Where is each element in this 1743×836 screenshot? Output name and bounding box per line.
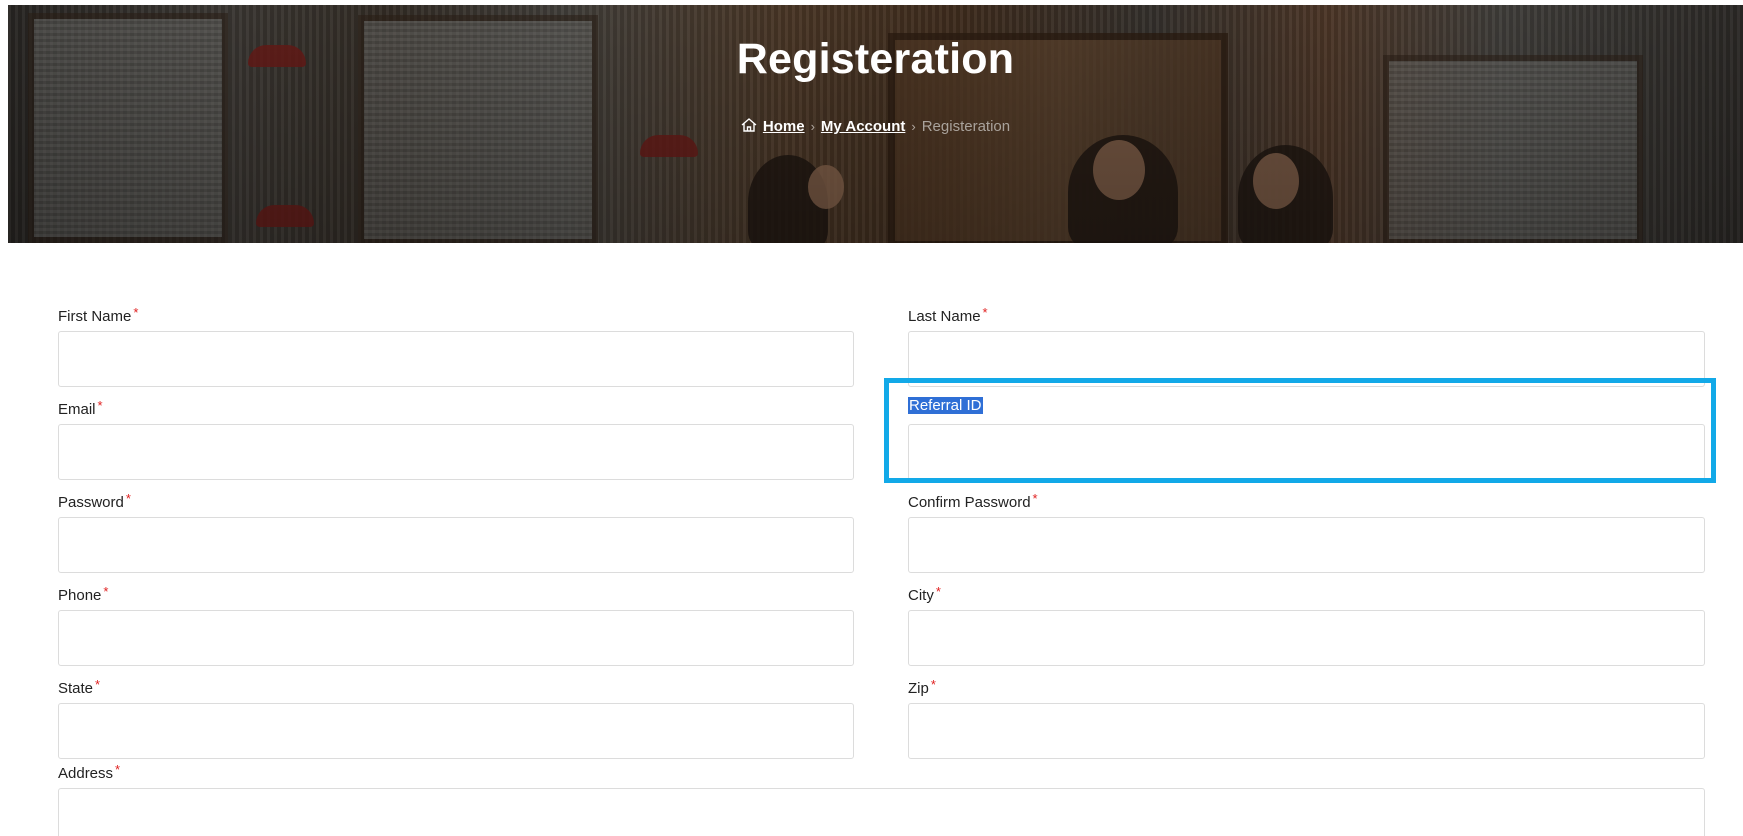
last-name-input[interactable] bbox=[908, 331, 1705, 387]
required-mark: * bbox=[930, 677, 936, 692]
page-title: Registeration bbox=[736, 35, 1015, 83]
breadcrumb-home-link[interactable]: Home bbox=[763, 118, 805, 135]
required-mark: * bbox=[133, 305, 139, 320]
email-input[interactable] bbox=[58, 424, 854, 480]
state-field: State * bbox=[58, 676, 854, 759]
last-name-label: Last Name * bbox=[908, 305, 988, 325]
breadcrumb-my-account-link[interactable]: My Account bbox=[821, 118, 905, 135]
required-mark: * bbox=[97, 398, 103, 413]
referral-id-input[interactable] bbox=[908, 424, 1705, 480]
breadcrumb: Home › My Account › Registeration bbox=[8, 118, 1743, 135]
phone-label: Phone * bbox=[58, 584, 109, 604]
address-input[interactable] bbox=[58, 788, 1705, 836]
email-field: Email * bbox=[58, 397, 854, 480]
zip-field: Zip * bbox=[908, 676, 1705, 759]
city-input[interactable] bbox=[908, 610, 1705, 666]
first-name-input[interactable] bbox=[58, 331, 854, 387]
first-name-label: First Name * bbox=[58, 305, 139, 325]
required-mark: * bbox=[95, 677, 101, 692]
referral-id-label-text: Referral ID bbox=[908, 397, 983, 414]
breadcrumb-current: Registeration bbox=[921, 118, 1011, 135]
first-name-field: First Name * bbox=[58, 304, 854, 387]
state-label: State * bbox=[58, 677, 101, 697]
last-name-field: Last Name * bbox=[908, 304, 1705, 387]
required-mark: * bbox=[115, 762, 121, 777]
password-input[interactable] bbox=[58, 517, 854, 573]
zip-input[interactable] bbox=[908, 703, 1705, 759]
city-label: City * bbox=[908, 584, 941, 604]
home-icon bbox=[741, 118, 757, 132]
required-mark: * bbox=[935, 584, 941, 599]
address-field: Address * bbox=[58, 761, 1705, 836]
required-mark: * bbox=[982, 305, 988, 320]
referral-id-field: Referral ID bbox=[908, 397, 1705, 480]
referral-id-label: Referral ID bbox=[908, 397, 1705, 417]
address-label: Address * bbox=[58, 762, 121, 782]
city-field: City * bbox=[908, 583, 1705, 666]
email-label: Email * bbox=[58, 398, 103, 418]
password-field: Password * bbox=[58, 490, 854, 573]
required-mark: * bbox=[1032, 491, 1038, 506]
confirm-password-field: Confirm Password * bbox=[908, 490, 1705, 573]
confirm-password-input[interactable] bbox=[908, 517, 1705, 573]
required-mark: * bbox=[125, 491, 131, 506]
breadcrumb-separator: › bbox=[810, 119, 815, 134]
state-input[interactable] bbox=[58, 703, 854, 759]
required-mark: * bbox=[103, 584, 109, 599]
confirm-password-label: Confirm Password * bbox=[908, 491, 1038, 511]
breadcrumb-separator: › bbox=[911, 119, 916, 134]
password-label: Password * bbox=[58, 491, 131, 511]
phone-field: Phone * bbox=[58, 583, 854, 666]
zip-label: Zip * bbox=[908, 677, 936, 697]
phone-input[interactable] bbox=[58, 610, 854, 666]
hero-banner: Registeration Home › My Account › Registerat… bbox=[8, 5, 1743, 243]
